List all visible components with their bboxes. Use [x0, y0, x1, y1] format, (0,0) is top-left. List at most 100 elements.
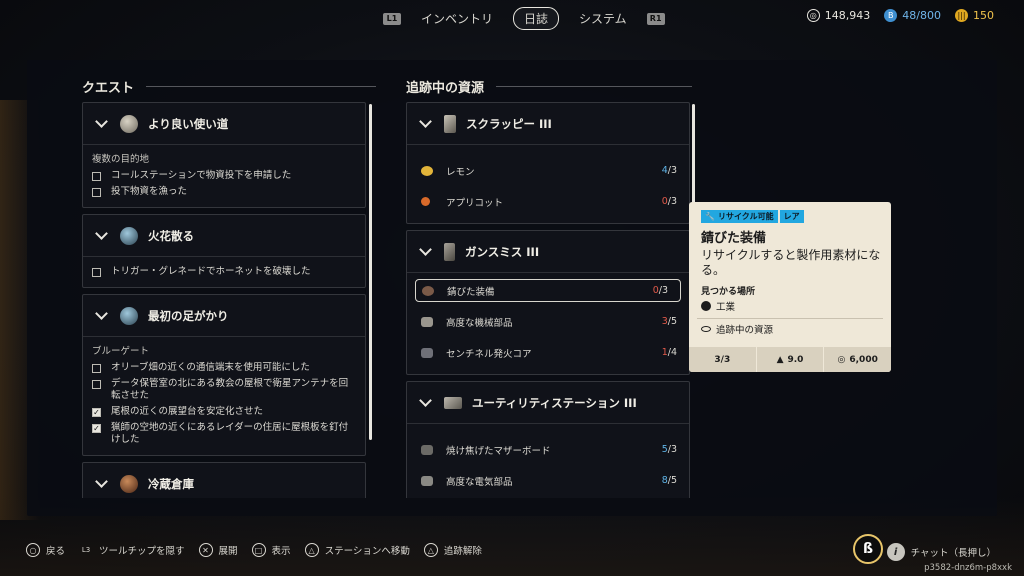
- resource-item[interactable]: 高度な電気部品 8/5: [407, 465, 689, 496]
- quest-header[interactable]: 冷蔵倉庫: [83, 463, 365, 498]
- quest-giver-avatar-icon: [120, 474, 138, 493]
- quest-header[interactable]: 最初の足がかり: [83, 295, 365, 337]
- quests-title: クエスト: [82, 81, 135, 96]
- utility-station-icon: [444, 396, 462, 409]
- r1-button-icon[interactable]: R1: [646, 12, 665, 25]
- chevron-down-icon[interactable]: [95, 115, 108, 128]
- tab-system[interactable]: システム: [569, 8, 637, 29]
- station-title: ユーティリティステーション III: [472, 395, 637, 410]
- triangle-button-icon: △: [423, 543, 438, 557]
- resource-list[interactable]: スクラッピー III レモン 4/3 アプリコット 0/3 ガンスミス III: [406, 102, 690, 498]
- checkbox-icon: [92, 364, 101, 373]
- resources-heading: 追跡中の資源: [406, 77, 693, 96]
- rusted-gear-icon: [422, 285, 434, 296]
- station-header[interactable]: スクラッピー III: [407, 103, 689, 145]
- main-tabs: L1 インベントリ 日誌 システム R1: [383, 7, 665, 30]
- chat-hint[interactable]: i チャット（長押し）: [886, 543, 996, 561]
- tooltip-description: リサイクルすると製作用素材になる。: [701, 248, 881, 277]
- hint-expand[interactable]: ✕ 展開: [198, 543, 238, 557]
- chevron-down-icon[interactable]: [95, 475, 108, 488]
- objective-text: コールステーションで物資投下を申請した: [111, 170, 292, 181]
- resource-item[interactable]: レモン 4/3: [407, 155, 689, 186]
- motherboard-icon: [421, 444, 433, 455]
- station-header[interactable]: ユーティリティステーション III: [407, 382, 689, 424]
- resource-scrollbar[interactable]: [692, 104, 695, 204]
- quests-heading: クエスト: [82, 77, 377, 96]
- objective-text: 尾根の近くの展望台を安定化させた: [111, 406, 264, 417]
- resource-name: アプリコット: [446, 197, 504, 209]
- station-card[interactable]: ガンスミス III 錆びた装備 0/3 高度な機械部品 3/5 センチネル発火コ…: [406, 230, 690, 375]
- station-header[interactable]: ガンスミス III: [407, 231, 689, 273]
- station-title: スクラッピー III: [466, 116, 552, 131]
- resource-name: 焼け焦げたマザーボード: [446, 445, 551, 457]
- hint-untrack[interactable]: △ 追跡解除: [423, 543, 482, 557]
- recyclable-badge: 🔧 リサイクル可能: [701, 210, 778, 223]
- resource-item[interactable]: センチネル発火コア 1/4: [407, 337, 689, 368]
- info-icon: i: [886, 543, 905, 561]
- resource-item[interactable]: 焼け焦げたマザーボード 5/3: [407, 434, 689, 465]
- tab-inventory[interactable]: インベントリ: [411, 8, 503, 29]
- resource-item[interactable]: 高度な機械部品 3/5: [407, 306, 689, 337]
- found-location: 工業: [701, 299, 735, 313]
- resource-count: 8/5: [662, 475, 677, 486]
- resource-count: 0/3: [662, 196, 677, 207]
- chevron-down-icon[interactable]: [95, 307, 108, 320]
- quest-body: トリガー・グレネードでホーネットを破壊した: [83, 257, 365, 287]
- apricot-icon: [421, 197, 430, 206]
- coin-icon: ◎: [837, 354, 846, 365]
- quest-list[interactable]: より良い使い道 複数の目的地 コールステーションで物資投下を申請した 投下物資を…: [82, 102, 366, 498]
- quest-card[interactable]: 火花散る トリガー・グレネードでホーネットを破壊した: [82, 214, 366, 288]
- hint-hide-tooltip[interactable]: L3 ツールチップを隠す: [79, 543, 185, 557]
- l3-button-icon: L3: [81, 546, 91, 554]
- rarity-badge: レア: [779, 210, 804, 223]
- hint-back[interactable]: ○ 戻る: [26, 543, 65, 557]
- tooltip-badges: 🔧 リサイクル可能 レア: [701, 210, 804, 223]
- quest-header[interactable]: 火花散る: [83, 215, 365, 257]
- resource-count: 3/5: [662, 316, 677, 327]
- l1-button-icon[interactable]: L1: [383, 12, 401, 25]
- quest-body: ブルーゲート オリーブ畑の近くの通信端末を使用可能にした データ保管室の北にある…: [83, 337, 365, 455]
- quest-title: 最初の足がかり: [148, 308, 229, 323]
- checkmark-icon: ✓: [92, 423, 101, 433]
- station-body: 焼け焦げたマザーボード 5/3 高度な電気部品 8/5: [407, 424, 689, 498]
- tooltip-divider: [697, 318, 883, 319]
- tab-journal[interactable]: 日誌: [513, 7, 560, 30]
- item-tooltip: 🔧 リサイクル可能 レア 錆びた装備 リサイクルすると製作用素材になる。 見つかる…: [689, 202, 891, 372]
- chat-label: チャット（長押し）: [910, 548, 996, 559]
- resource-name: 高度な機械部品: [446, 317, 513, 329]
- station-card[interactable]: スクラッピー III レモン 4/3 アプリコット 0/3: [406, 102, 690, 224]
- objective-item: 投下物資を漁った: [92, 186, 356, 198]
- hint-label: 戻る: [46, 546, 66, 557]
- objective-item: コールステーションで物資投下を申請した: [92, 170, 356, 182]
- currency-bar: ◎ 148,943 B 48/800 ||| 150: [806, 9, 994, 22]
- sentinel-core-icon: [421, 347, 433, 358]
- quest-card[interactable]: 冷蔵倉庫: [82, 462, 366, 498]
- hint-view[interactable]: □ 表示: [251, 543, 291, 557]
- resource-name: レモン: [446, 166, 475, 178]
- square-button-icon: □: [251, 543, 266, 557]
- count-need: /5: [667, 475, 677, 486]
- player-avatar[interactable]: ß: [853, 534, 883, 564]
- chevron-down-icon[interactable]: [419, 394, 432, 407]
- heading-divider: [496, 86, 693, 87]
- quest-card[interactable]: より良い使い道 複数の目的地 コールステーションで物資投下を申請した 投下物資を…: [82, 102, 366, 208]
- quest-card[interactable]: 最初の足がかり ブルーゲート オリーブ畑の近くの通信端末を使用可能にした データ…: [82, 294, 366, 456]
- mechanical-parts-icon: [421, 316, 433, 327]
- chevron-down-icon[interactable]: [419, 115, 432, 128]
- hint-go-to-station[interactable]: △ ステーションへ移動: [304, 543, 410, 557]
- quest-scrollbar[interactable]: [369, 104, 372, 440]
- tracked-status: 追跡中の資源: [701, 322, 773, 336]
- station-title: ガンスミス III: [465, 244, 540, 259]
- station-card[interactable]: ユーティリティステーション III 焼け焦げたマザーボード 5/3 高度な電気部…: [406, 381, 690, 498]
- chevron-down-icon[interactable]: [95, 227, 108, 240]
- resource-item-selected[interactable]: 錆びた装備 0/3: [415, 279, 681, 302]
- tokens-display: ||| 150: [955, 9, 994, 22]
- chevron-down-icon[interactable]: [419, 243, 432, 256]
- session-id: p3582-dnz6m-p8xxk: [924, 563, 1012, 573]
- resource-count: 5/3: [662, 444, 677, 455]
- checkbox-icon: [92, 172, 101, 181]
- quest-header[interactable]: より良い使い道: [83, 103, 365, 145]
- resource-item[interactable]: アプリコット 0/3: [407, 186, 689, 217]
- eye-icon: [701, 326, 711, 332]
- station-body: レモン 4/3 アプリコット 0/3: [407, 145, 689, 223]
